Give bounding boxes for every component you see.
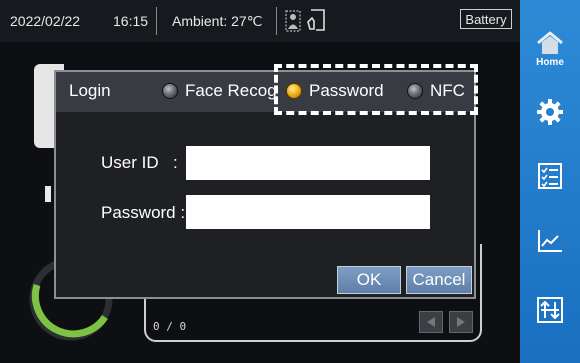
radio-label: NFC [430, 81, 465, 100]
password-input[interactable] [186, 195, 430, 229]
sidebar: Home [520, 0, 580, 363]
home-icon [537, 31, 563, 54]
person-icon [285, 10, 301, 32]
previous-page-button[interactable] [419, 311, 443, 333]
triangle-left-icon [427, 317, 435, 327]
cancel-button[interactable]: Cancel [406, 266, 472, 294]
nfc-radio[interactable]: NFC [407, 79, 465, 103]
user-id-label: User ID [101, 153, 159, 172]
sidebar-item-sort[interactable] [520, 285, 580, 335]
record-count: 0 / 0 [153, 320, 187, 333]
ambient-temperature: Ambient: 27℃ [172, 13, 263, 29]
background-marker [45, 186, 51, 202]
user-id-colon: : [173, 153, 178, 172]
status-bar: 2022/02/22 16:15 Ambient: 27℃ Battery [0, 0, 520, 42]
radio-label: Face Recog [185, 81, 277, 100]
divider [276, 7, 277, 35]
sidebar-item-settings[interactable] [520, 87, 580, 137]
checklist-icon [538, 163, 562, 189]
radio-on-icon [286, 83, 302, 99]
sidebar-item-chart[interactable] [520, 216, 580, 266]
document-hand-icon [307, 9, 325, 31]
sidebar-item-label: Home [536, 57, 564, 68]
radio-off-icon [162, 83, 178, 99]
sidebar-item-list[interactable] [520, 151, 580, 201]
sidebar-item-home[interactable]: Home [520, 24, 580, 74]
password-label: Password : [101, 203, 186, 222]
divider [156, 7, 157, 35]
user-id-input[interactable] [186, 146, 430, 180]
radio-label: Password [309, 81, 384, 100]
ok-button[interactable]: OK [337, 266, 401, 294]
login-dialog-header: Login Face Recog Password NFC [56, 72, 474, 112]
gear-icon [537, 99, 563, 125]
status-time: 16:15 [113, 13, 149, 29]
device-screen: 2022/02/22 16:15 Ambient: 27℃ Battery Ho… [0, 0, 580, 363]
triangle-right-icon [457, 317, 465, 327]
face-recog-radio[interactable]: Face Recog [162, 79, 277, 103]
dialog-title: Login [69, 81, 111, 100]
password-radio[interactable]: Password [286, 79, 384, 103]
sort-icon [537, 297, 563, 323]
status-date: 2022/02/22 [10, 13, 81, 29]
login-dialog: Login Face Recog Password NFC User ID : … [54, 70, 476, 299]
radio-off-icon [407, 83, 423, 99]
line-chart-icon [538, 230, 562, 252]
next-page-button[interactable] [449, 311, 473, 333]
battery-indicator: Battery [460, 9, 512, 29]
